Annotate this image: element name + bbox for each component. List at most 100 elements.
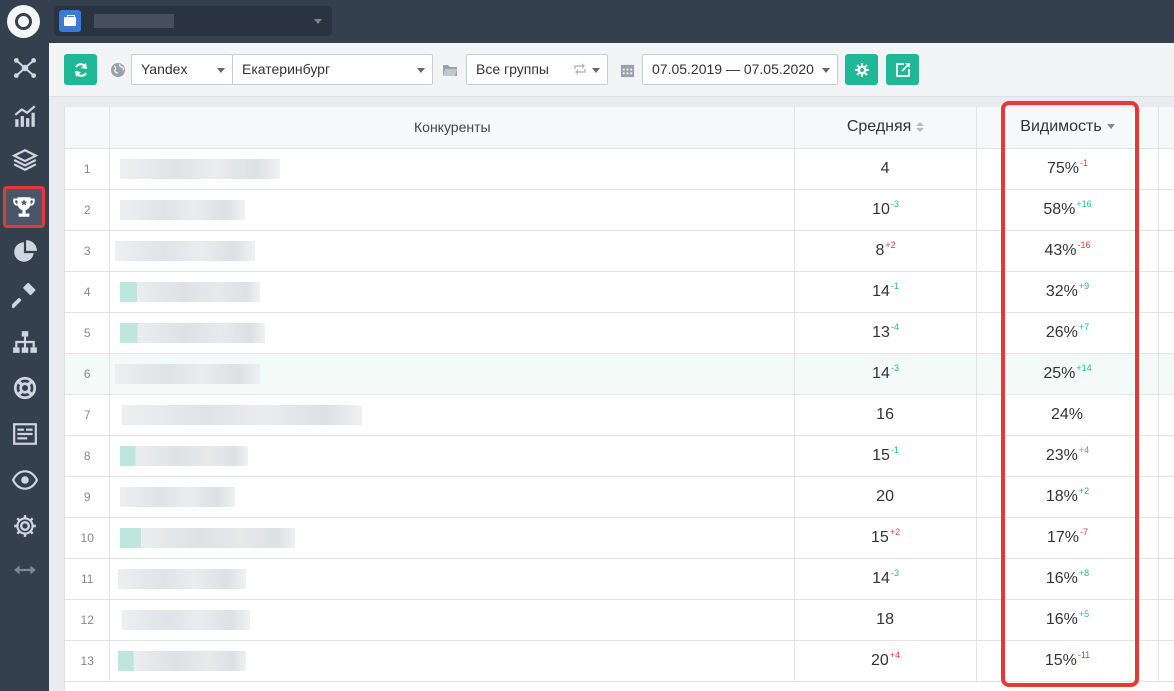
competitor-cell[interactable] [109,394,796,436]
competitor-cell[interactable] [109,435,796,477]
average-position-cell: 15-1 [794,435,978,477]
groups-value: Все группы [476,61,549,77]
extra-cell [1158,640,1174,682]
table-row[interactable]: 2 10-3 58%+16 [65,189,1174,231]
average-delta: -3 [890,198,899,209]
sidebar [0,0,49,691]
average-delta: +2 [889,526,901,537]
settings-button[interactable] [845,54,878,85]
average-value: 16 [876,405,894,423]
visibility-delta: -16 [1077,239,1091,250]
average-position-cell: 16 [794,394,978,436]
extra-cell [1158,189,1174,231]
table-row[interactable]: 3 8+2 43%-16 [65,230,1174,272]
average-position-cell: 10-3 [794,189,978,231]
region-select[interactable]: Екатеринбург [232,54,433,85]
visibility-cell: 43%-16 [976,230,1159,272]
visibility-delta: +8 [1078,567,1090,578]
table-row[interactable]: 1 4 75%-1 [65,148,1174,190]
chevron-down-icon [417,68,425,73]
average-value: 14 [872,569,890,587]
competitor-cell[interactable] [109,640,796,682]
extra-cell [1158,353,1174,395]
competitor-name-redacted [120,527,296,548]
report-icon[interactable] [4,414,45,454]
row-number: 11 [65,558,111,600]
competitor-cell[interactable] [109,517,796,559]
table-row[interactable]: 4 14-1 32%+9 [65,271,1174,313]
extra-cell [1158,394,1174,436]
visibility-cell: 25%+14 [976,353,1159,395]
hammer-icon[interactable] [4,276,45,316]
row-number: 6 [65,353,111,395]
visibility-value: 75% [1046,159,1079,177]
refresh-button[interactable] [64,54,97,85]
competitor-cell[interactable] [109,599,796,641]
column-extra-header [1158,107,1174,149]
competitor-cell[interactable] [109,230,796,272]
table-row[interactable]: 6 14-3 25%+14 [65,353,1174,395]
visibility-delta: +5 [1078,608,1090,619]
expand-icon[interactable] [4,550,45,590]
extra-cell [1158,148,1174,190]
table-row[interactable]: 10 15+2 17%-7 [65,517,1174,559]
average-delta: -1 [890,280,899,291]
logo[interactable] [7,5,40,38]
project-selector[interactable] [54,6,332,36]
table-row[interactable]: 8 15-1 23%+4 [65,435,1174,477]
table-row[interactable]: 7 16 24% [65,394,1174,436]
table-row[interactable]: 13 20+4 15%-11 [65,640,1174,682]
date-range-picker[interactable]: 07.05.2019 — 07.05.2020 [642,54,838,85]
table-row[interactable]: 12 18 16%+5 [65,599,1174,641]
average-delta: +4 [889,649,901,660]
competitor-cell[interactable] [109,271,796,313]
average-delta: -3 [890,567,899,578]
chevron-down-icon [592,68,600,73]
eye-icon[interactable] [4,460,45,500]
visibility-cell: 26%+7 [976,312,1159,354]
competitor-cell[interactable] [109,189,796,231]
groups-select[interactable]: Все группы [466,54,608,85]
average-delta: -1 [890,444,899,455]
average-position-cell: 18 [794,599,978,641]
table-row[interactable]: 9 20 18%+2 [65,476,1174,518]
layers-icon[interactable] [4,140,45,180]
competitor-name-redacted [120,199,246,220]
lifebuoy-icon[interactable] [4,368,45,408]
visibility-value: 17% [1046,528,1079,546]
table-row[interactable]: 5 13-4 26%+7 [65,312,1174,354]
extra-cell [1158,517,1174,559]
row-number: 8 [65,435,111,477]
competitor-cell[interactable] [109,558,796,600]
average-delta: +2 [885,239,896,250]
visibility-cell: 16%+8 [976,558,1159,600]
visibility-value: 18% [1045,487,1078,505]
extra-cell [1158,599,1174,641]
extra-cell [1158,312,1174,354]
visibility-delta: +7 [1078,321,1090,332]
settings-icon[interactable] [4,506,45,546]
column-average-header[interactable]: Средняя [794,107,978,149]
chart-icon[interactable] [4,96,45,136]
network-icon[interactable] [4,48,45,88]
average-value: 20 [876,487,894,505]
competitor-cell[interactable] [109,476,796,518]
competitor-cell[interactable] [109,353,796,395]
pie-chart-icon[interactable] [4,232,45,272]
trophy-icon[interactable] [3,186,45,228]
competitor-cell[interactable] [109,312,796,354]
competitor-cell[interactable] [109,148,796,190]
export-button[interactable] [886,54,919,85]
column-visibility-header[interactable]: Видимость [976,107,1159,149]
sitemap-icon[interactable] [4,322,45,362]
region-value: Екатеринбург [242,61,331,77]
table-row[interactable]: 11 14-3 16%+8 [65,558,1174,600]
visibility-value: 23% [1045,446,1078,464]
toolbar: Yandex Екатеринбург Все группы 07.05.201… [49,43,1174,97]
visibility-delta: +2 [1078,485,1090,496]
visibility-cell: 17%-7 [976,517,1159,559]
search-engine-select[interactable]: Yandex [131,54,233,85]
average-header-label: Средняя [846,118,912,136]
visibility-value: 43% [1044,241,1077,259]
average-position-cell: 13-4 [794,312,978,354]
